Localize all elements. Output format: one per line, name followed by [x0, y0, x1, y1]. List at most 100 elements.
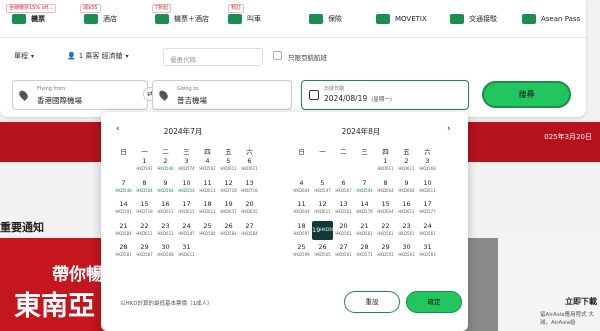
weekday-header: 三 — [183, 148, 190, 156]
calendar-day[interactable]: 7 HKD546 — [113, 178, 134, 197]
promo-code-input[interactable]: 優惠代碼 — [163, 48, 263, 66]
calendar-day[interactable]: 28 HKD581 — [113, 242, 134, 261]
calendar-day[interactable]: 8 HKD604 — [375, 178, 396, 197]
tab-movetix[interactable]: MOVETIX — [376, 4, 427, 34]
tab-insurance[interactable]: 保險 — [309, 4, 342, 34]
calendar-day[interactable]: 20 HKD561 — [333, 221, 354, 240]
calendar-day[interactable]: 26 HKD565 — [312, 242, 333, 261]
day-price: HKD551 — [377, 252, 394, 257]
calendar-day[interactable]: 14 HKD591 — [113, 199, 134, 218]
calendar-day[interactable]: 19 HKD637 — [218, 199, 239, 218]
calendar-day[interactable]: 7 HKD544 — [354, 178, 375, 197]
calendar-day[interactable]: 21 HKD584 — [113, 221, 134, 240]
calendar-day[interactable]: 27 HKD584 — [239, 221, 260, 240]
calendar-day[interactable]: 12 HKD611 — [312, 199, 333, 218]
airasia-only-checkbox[interactable] — [273, 51, 282, 60]
calendar-day[interactable]: 11 HKD611 — [197, 178, 218, 197]
calendar-day[interactable]: 22 HKD561 — [375, 221, 396, 240]
calendar-day[interactable]: 16 HKD611 — [155, 199, 176, 218]
weekday-header: 五 — [225, 148, 232, 156]
calendar-day[interactable]: 28 HKD571 — [354, 242, 375, 261]
calendar-day[interactable]: 4 HKD604 — [291, 178, 312, 197]
calendar-day[interactable]: 14 HKD579 — [354, 199, 375, 218]
search-button[interactable]: 搜尋 — [482, 81, 571, 108]
calendar-day[interactable]: 2 HKD546 — [155, 156, 176, 175]
tab-transfer[interactable]: 交通接駁 — [450, 4, 497, 34]
calendar-day[interactable]: 10 HKD554 — [176, 178, 197, 197]
calendar-day[interactable]: 25 HKD584 — [197, 221, 218, 240]
calendar-day[interactable]: 25 HKD599 — [291, 242, 312, 261]
calendar-day-selected[interactable]: 19 HKD561 — [312, 220, 337, 240]
calendar-day[interactable]: 26 HKD584 — [218, 221, 239, 240]
next-month-button[interactable]: › — [447, 124, 451, 134]
confirm-button[interactable]: 確定 — [406, 291, 462, 313]
calendar-day[interactable]: 23 HKD611 — [155, 221, 176, 240]
day-number: 14 — [119, 200, 128, 208]
calendar-day[interactable]: 24 HKD561 — [417, 221, 438, 240]
calendar-day[interactable]: 9 HKD604 — [396, 178, 417, 197]
calendar-day[interactable]: 10 HKD611 — [417, 178, 438, 197]
day-number: 26 — [318, 243, 327, 251]
destination-field[interactable]: Going to 普吉機場 — [152, 80, 292, 110]
passenger-select[interactable]: 👤 1 乘客 經濟艙 ▾ — [67, 51, 129, 61]
calendar-day[interactable]: 29 HKD551 — [375, 242, 396, 261]
origin-field[interactable]: Flying from 香港國際機場 — [12, 80, 148, 110]
day-number: 2 — [163, 157, 168, 165]
calendar-day[interactable]: 22 HKD611 — [134, 221, 155, 240]
calendar-day[interactable]: 21 HKD561 — [354, 221, 375, 240]
day-number: 30 — [402, 243, 411, 251]
reset-button[interactable]: 重設 — [344, 291, 400, 313]
calendar-day[interactable]: 30 HKD568 — [155, 242, 176, 261]
day-price: HKD587 — [136, 252, 153, 257]
calendar-day[interactable]: 6 HKD567 — [333, 178, 354, 197]
calendar-day[interactable]: 3 HKD568 — [417, 156, 438, 175]
location-pin-icon — [157, 88, 170, 102]
calendar-day[interactable]: 27 HKD561 — [333, 242, 354, 261]
calendar-day[interactable]: 13 HKD718 — [239, 178, 260, 197]
tab-flights-tag: 全線機票15% off... — [6, 4, 56, 13]
day-price: HKD611 — [157, 209, 174, 214]
day-number: 18 — [297, 221, 306, 230]
calendar-day[interactable]: 29 HKD587 — [134, 242, 155, 261]
depart-date-field[interactable]: 出發日期 2024/08/19 (星期一) — [301, 80, 469, 110]
calendar-day[interactable]: 31 HKD583 — [417, 242, 438, 261]
day-price: HKD581 — [115, 252, 132, 257]
calendar-day[interactable]: 6 HKD611 — [239, 156, 260, 175]
calendar-day[interactable]: 5 HKD597 — [312, 178, 333, 197]
calendar-day[interactable]: 24 HKD587 — [176, 221, 197, 240]
shield-icon — [309, 14, 323, 24]
calendar-day[interactable]: 16 HKD611 — [396, 199, 417, 218]
calendar-day[interactable]: 13 HKD561 — [333, 199, 354, 218]
weekday-header: 一 — [141, 148, 148, 156]
calendar-day[interactable]: 5 HKD611 — [218, 156, 239, 175]
calendar-day[interactable]: 4 HKD592 — [197, 156, 218, 175]
day-number: 23 — [402, 221, 411, 230]
calendar-day[interactable]: 11 HKD604 — [291, 199, 312, 218]
calendar-day[interactable]: 20 HKD635 — [239, 199, 260, 218]
tab-asean-pass[interactable]: Asean Pass — [522, 4, 581, 34]
calendar-day[interactable]: 1 HKD611 — [375, 156, 396, 175]
calendar-day[interactable]: 31 HKD611 — [176, 242, 197, 261]
calendar-day[interactable]: 3 HKD574 — [176, 156, 197, 175]
calendar-day[interactable]: 2 HKD611 — [396, 156, 417, 175]
calendar-day[interactable]: 18 HKD597 — [291, 221, 312, 240]
calendar-day[interactable]: 12 HKD718 — [218, 178, 239, 197]
calendar-day[interactable]: 15 HKD718 — [134, 199, 155, 218]
calendar-day[interactable]: 17 HKD611 — [176, 199, 197, 218]
calendar-day[interactable]: 15 HKD604 — [375, 199, 396, 218]
calendar-day[interactable]: 18 HKD611 — [197, 199, 218, 218]
day-number: 18 — [203, 200, 212, 208]
calendar-day[interactable]: 8 HKD564 — [134, 178, 155, 197]
calendar-day[interactable]: 1 HKD591 — [134, 156, 155, 175]
depart-date-value: 2024/08/19 — [324, 94, 368, 103]
day-number: 21 — [360, 221, 369, 230]
day-price: HKD564 — [136, 187, 153, 193]
ticket-icon — [376, 14, 390, 24]
calendar-day[interactable]: 17 HKD577 — [417, 199, 438, 218]
calendar-day[interactable]: 30 HKD561 — [396, 242, 417, 261]
calendar-day[interactable]: 9 HKD564 — [155, 178, 176, 197]
day-number: 7 — [362, 178, 367, 187]
trip-type-select[interactable]: 單程 ▾ — [14, 51, 34, 61]
calendar-day[interactable]: 23 HKD561 — [396, 221, 417, 240]
day-number: 22 — [140, 221, 149, 230]
